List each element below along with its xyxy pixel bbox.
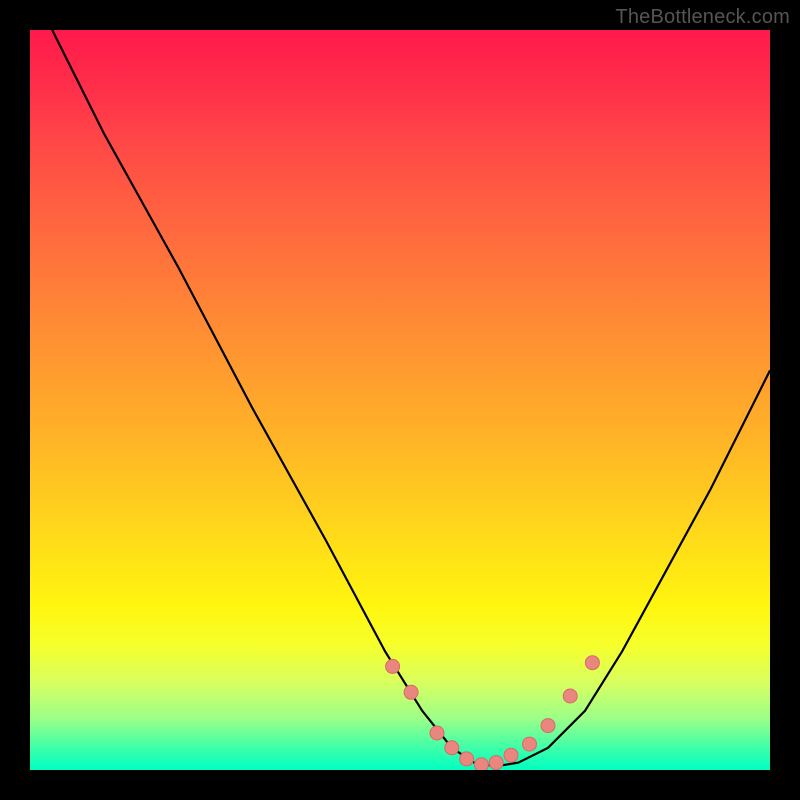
highlight-dot	[504, 748, 518, 762]
highlight-dot	[585, 656, 599, 670]
highlight-dot	[445, 741, 459, 755]
curve-layer	[30, 30, 770, 770]
highlight-dot	[474, 758, 488, 770]
highlight-dot	[460, 752, 474, 766]
highlight-dot	[523, 737, 537, 751]
highlight-dot	[489, 756, 503, 770]
bottleneck-curve	[52, 30, 770, 766]
highlight-dot	[563, 689, 577, 703]
chart-frame: TheBottleneck.com	[0, 0, 800, 800]
highlight-dots	[386, 656, 600, 770]
gradient-plot-area	[30, 30, 770, 770]
highlight-dot	[386, 659, 400, 673]
highlight-dot	[404, 685, 418, 699]
highlight-dot	[541, 719, 555, 733]
highlight-dot	[430, 726, 444, 740]
watermark-text: TheBottleneck.com	[615, 6, 790, 29]
